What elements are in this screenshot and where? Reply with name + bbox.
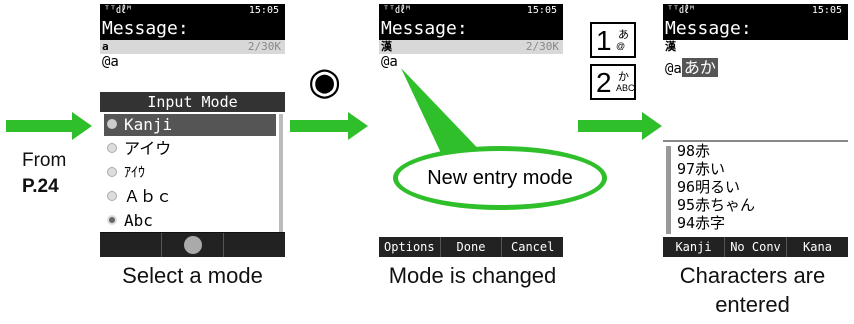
option-label: Abc [124,211,153,230]
softkey-done[interactable]: Done [439,237,502,257]
softkey-bar: Kanji No Conv Kana [663,237,848,257]
softkey-right[interactable] [223,233,285,257]
screen-title: Message: [100,18,285,40]
clock: 15:05 [526,5,557,16]
radio-selected-icon [107,215,117,225]
center-key-symbol: ◉ [308,61,342,103]
softkey-center[interactable] [161,233,223,257]
menu-option-alpha[interactable]: Abc [104,210,276,232]
softkey-kanji[interactable]: Kanji [663,237,724,257]
softkey-cancel[interactable]: Cancel [501,237,563,257]
candidate-item[interactable]: 94赤字 [663,214,848,232]
input-header: a 2/30K [100,40,285,54]
clock: 15:05 [248,5,279,16]
key-kana: か [618,71,629,83]
typed-reading: あか [681,58,718,77]
softkey-left[interactable] [100,233,161,257]
key-number: 2 [596,67,612,98]
caption-select-mode: Select a mode [122,263,263,288]
softkey-no-conv[interactable]: No Conv [724,237,786,257]
caption-characters-entered-2: entered [715,292,790,317]
message-text: @a [665,61,682,77]
softkey-options[interactable]: Options [379,237,440,257]
radio-icon [107,191,117,201]
menu-option-hiragana-katakana[interactable]: アイウ [104,138,276,160]
radio-icon [107,119,117,129]
menu-title: Input Mode [100,92,285,112]
scrollbar[interactable] [279,114,283,232]
message-body[interactable]: @a [100,54,285,92]
input-mode-menu: Input Mode Kanji アイウ ｱｲｳ Ａｂｃ Abc [100,92,285,232]
char-count: 2/30K [247,40,281,53]
option-label: Kanji [124,115,173,134]
caption-mode-changed: Mode is changed [388,263,557,288]
status-bar: ᵀᵀ㎗ᴹ 15:05 [100,4,285,18]
message-body[interactable]: @a あか [663,54,848,140]
message-text: @a [102,54,119,70]
radio-icon [107,167,117,177]
status-bar: ᵀᵀ㎗ᴹ 15:05 [663,4,848,18]
candidate-item[interactable]: 98赤 [663,142,848,160]
input-header: 漢 [663,40,848,54]
softkey-kana[interactable]: Kana [786,237,848,257]
signal-icon: ᵀᵀ㎗ᴹ [667,5,696,16]
input-mode-indicator: 漢 [665,40,676,53]
menu-option-kanji[interactable]: Kanji [104,114,276,136]
option-label: ｱｲｳ [124,165,145,181]
center-key-icon [183,236,202,254]
phone-screen-characters-entered: ᵀᵀ㎗ᴹ 15:05 Message: 漢 @a あか 98赤 97赤い 96明る… [663,4,848,257]
menu-option-halfwidth-katakana[interactable]: ｱｲｳ [104,162,276,184]
key-sub: ABC [616,83,635,93]
status-bar: ᵀᵀ㎗ᴹ 15:05 [379,4,563,18]
softkey-bar: Options Done Cancel [379,237,563,257]
key-1[interactable]: 1 あ @ [590,22,636,58]
screen-title: Message: [379,18,563,40]
option-label: アイウ [124,139,172,158]
callout-new-entry-mode: New entry mode [393,146,607,210]
key-2[interactable]: 2 か ABC [590,64,636,100]
radio-icon [107,143,117,153]
candidate-list: 98赤 97赤い 96明るい 95赤ちゃん 94赤字 [663,140,848,239]
option-label: Ａｂｃ [124,187,173,206]
scrollbar[interactable] [666,146,671,234]
from-label: From [22,150,67,171]
caption-characters-entered-1: Characters are [679,263,826,288]
candidate-item[interactable]: 96明るい [663,178,848,196]
phone-screen-select-mode: ᵀᵀ㎗ᴹ 15:05 Message: a 2/30K @a Input Mod… [100,4,285,257]
char-count: 2/30K [525,40,559,53]
softkey-bar [100,233,285,257]
page-ref[interactable]: P.24 [22,176,59,198]
signal-icon: ᵀᵀ㎗ᴹ [383,5,412,16]
candidate-item[interactable]: 95赤ちゃん [663,196,848,214]
callout-text: New entry mode [427,167,573,189]
input-mode-indicator: a [102,40,109,53]
key-sub: @ [616,41,626,51]
screen-title: Message: [663,18,848,40]
candidate-item[interactable]: 97赤い [663,160,848,178]
key-number: 1 [596,25,612,56]
menu-option-fullwidth-alpha[interactable]: Ａｂｃ [104,186,276,208]
signal-icon: ᵀᵀ㎗ᴹ [104,5,133,16]
key-kana: あ [618,29,629,41]
input-mode-indicator: 漢 [381,40,392,53]
clock: 15:05 [811,5,842,16]
input-header: 漢 2/30K [379,40,563,54]
